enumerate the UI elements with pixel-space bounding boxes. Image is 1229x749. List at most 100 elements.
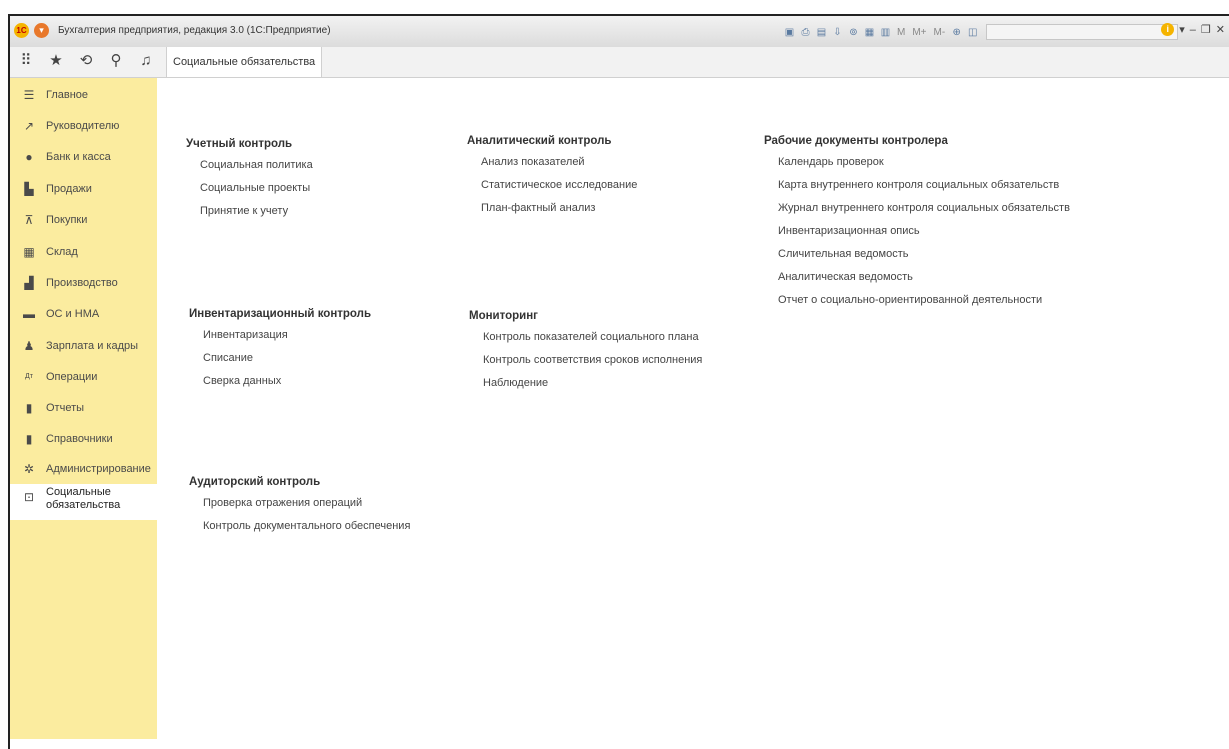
sidebar-item-assets[interactable]: ▬ ОС и НМА bbox=[10, 301, 157, 327]
link-item[interactable]: Социальные проекты bbox=[200, 182, 313, 205]
link-item[interactable]: Контроль соответствия сроков исполнения bbox=[483, 354, 702, 377]
gear-icon: ✲ bbox=[23, 462, 35, 476]
link-item[interactable]: Журнал внутреннего контроля социальных о… bbox=[778, 202, 1070, 225]
group-title: Учетный контроль bbox=[186, 138, 293, 150]
toolbar: ▣ ⎙ ▤ ⇩ ⊚ ▦ ▥ M M+ M- ⊕ ◫ bbox=[783, 24, 1179, 40]
tab-social-obligations[interactable]: Социальные обязательства bbox=[166, 47, 323, 77]
sidebar-item-label: Покупки bbox=[46, 214, 88, 226]
zoom-icon[interactable]: ⊕ bbox=[950, 26, 963, 39]
person-icon: ♟ bbox=[23, 339, 35, 353]
sidebar-item-purchases[interactable]: ⊼ Покупки bbox=[10, 207, 157, 233]
sidebar-item-bank[interactable]: ● Банк и касса bbox=[10, 144, 157, 170]
sidebar-item-salary[interactable]: ♟ Зарплата и кадры bbox=[10, 333, 157, 359]
sidebar-item-label: Производство bbox=[46, 277, 118, 289]
calculator-icon[interactable]: ▦ bbox=[863, 26, 876, 39]
memory-button-m-plus[interactable]: M+ bbox=[912, 27, 926, 38]
favorites-star-icon[interactable]: ★ bbox=[48, 53, 64, 69]
group-audit-control: Аудиторский контроль Проверка отражения … bbox=[189, 476, 410, 543]
navigation-bar: ⠿ ★ ⟲ ⚲ ♫ Социальные обязательства bbox=[10, 47, 1229, 78]
sidebar-item-label: Социальные обязательства bbox=[46, 486, 121, 511]
group-title: Аналитический контроль bbox=[467, 135, 612, 147]
link-item[interactable]: Карта внутреннего контроля социальных об… bbox=[778, 179, 1070, 202]
grid-menu-icon[interactable]: ⠿ bbox=[18, 53, 34, 69]
panel-icon[interactable]: ◫ bbox=[966, 26, 979, 39]
dt-kt-icon: Дт bbox=[25, 373, 33, 380]
sidebar-item-label: Зарплата и кадры bbox=[46, 340, 139, 352]
sidebar-item-warehouse[interactable]: ▦ Склад bbox=[10, 239, 157, 265]
link-item[interactable]: Наблюдение bbox=[483, 377, 702, 400]
group-monitoring: Мониторинг Контроль показателей социальн… bbox=[469, 310, 702, 400]
sidebar-item-production[interactable]: ▟ Производство bbox=[10, 270, 157, 296]
group-title: Рабочие документы контролера bbox=[764, 135, 948, 147]
link-item[interactable]: Инвентаризационная опись bbox=[778, 225, 1070, 248]
main-menu-button[interactable]: ▾ bbox=[34, 23, 49, 38]
bar-chart-icon: ▮ bbox=[25, 401, 33, 415]
preview-icon[interactable]: ▤ bbox=[815, 26, 828, 39]
link-item[interactable]: Инвентаризация bbox=[203, 329, 371, 352]
link-item[interactable]: Списание bbox=[203, 352, 371, 375]
sidebar-item-reports[interactable]: ▮ Отчеты bbox=[10, 395, 157, 421]
restore-icon[interactable]: ❐ bbox=[1201, 23, 1211, 36]
group-work-documents: Рабочие документы контролера Календарь п… bbox=[764, 135, 1070, 317]
group-title: Мониторинг bbox=[469, 310, 538, 322]
group-accounting-control: Учетный контроль Социальная политика Соц… bbox=[186, 138, 313, 228]
sidebar-item-label: Справочники bbox=[46, 433, 113, 445]
download-icon[interactable]: ⇩ bbox=[831, 26, 844, 39]
sidebar-item-manager[interactable]: ↗ Руководителю bbox=[10, 113, 157, 139]
link-item[interactable]: Социальная политика bbox=[200, 159, 313, 182]
group-analytic-control: Аналитический контроль Анализ показателе… bbox=[467, 135, 637, 225]
cart-icon: ⊼ bbox=[24, 213, 34, 227]
sidebar-item-admin[interactable]: ✲ Администрирование bbox=[10, 456, 157, 482]
trend-icon: ↗ bbox=[23, 119, 35, 133]
title-bar: 1С ▾ Бухгалтерия предприятия, редакция 3… bbox=[10, 16, 1229, 48]
quick-search-field[interactable] bbox=[986, 24, 1179, 40]
sidebar-item-sales[interactable]: ▙ Продажи bbox=[10, 176, 157, 202]
memory-button-m[interactable]: M bbox=[897, 27, 905, 38]
menu-lines-icon: ☰ bbox=[23, 88, 35, 102]
sidebar-item-references[interactable]: ▮ Справочники bbox=[10, 426, 157, 452]
sidebar-item-label: Администрирование bbox=[46, 463, 151, 475]
link-item[interactable]: Проверка отражения операций bbox=[203, 497, 410, 520]
sidebar-item-label: Отчеты bbox=[46, 402, 85, 414]
minimize-icon[interactable]: – bbox=[1190, 24, 1196, 36]
link-item[interactable]: Контроль показателей социального плана bbox=[483, 331, 702, 354]
link-item[interactable]: Контроль документального обеспечения bbox=[203, 520, 410, 543]
link-item[interactable]: Статистическое исследование bbox=[481, 179, 637, 202]
nav-icons: ⠿ ★ ⟲ ⚲ ♫ bbox=[18, 53, 154, 69]
truck-icon: ▬ bbox=[23, 307, 35, 321]
sidebar: ☰ Главное ↗ Руководителю ● Банк и касса … bbox=[10, 78, 157, 739]
sidebar-item-label: Продажи bbox=[46, 183, 92, 195]
sidebar-item-label: ОС и НМА bbox=[46, 308, 100, 320]
calendar-icon[interactable]: ▥ bbox=[879, 26, 892, 39]
sidebar-item-main[interactable]: ☰ Главное bbox=[10, 82, 157, 108]
save-icon[interactable]: ▣ bbox=[783, 26, 796, 39]
info-icon[interactable]: i bbox=[1161, 23, 1175, 36]
sidebar-item-label: Склад bbox=[46, 246, 78, 258]
print-icon[interactable]: ⎙ bbox=[799, 26, 812, 39]
dropdown-icon[interactable]: ▾ bbox=[1179, 23, 1185, 36]
sidebar-item-label: Операции bbox=[46, 371, 98, 383]
notifications-bell-icon[interactable]: ♫ bbox=[138, 53, 154, 69]
link-item[interactable]: Сличительная ведомость bbox=[778, 248, 1070, 271]
link-item[interactable]: Отчет о социально-ориентированной деятел… bbox=[778, 294, 1070, 317]
link-item[interactable]: Принятие к учету bbox=[200, 205, 313, 228]
factory-icon: ▟ bbox=[24, 276, 34, 290]
history-icon[interactable]: ⟲ bbox=[78, 53, 94, 69]
link-icon[interactable]: ⊚ bbox=[847, 26, 860, 39]
social-icon: ⊡ bbox=[23, 490, 35, 504]
link-item[interactable]: Анализ показателей bbox=[481, 156, 637, 179]
link-item[interactable]: Сверка данных bbox=[203, 375, 371, 398]
close-icon[interactable]: ✕ bbox=[1216, 23, 1225, 36]
window-controls: i ▾ – ❐ ✕ bbox=[1161, 23, 1225, 36]
sidebar-item-social[interactable]: ⊡ Социальные обязательства bbox=[10, 484, 157, 520]
sidebar-item-operations[interactable]: Дт Операции bbox=[10, 364, 157, 390]
link-item[interactable]: Аналитическая ведомость bbox=[778, 271, 1070, 294]
group-title: Инвентаризационный контроль bbox=[189, 308, 372, 320]
search-icon[interactable]: ⚲ bbox=[108, 53, 124, 69]
link-item[interactable]: План-фактный анализ bbox=[481, 202, 637, 225]
link-item[interactable]: Календарь проверок bbox=[778, 156, 1070, 179]
memory-button-m-minus[interactable]: M- bbox=[934, 27, 946, 38]
app-title: Бухгалтерия предприятия, редакция 3.0 (1… bbox=[58, 25, 331, 36]
sidebar-item-label: Руководителю bbox=[46, 120, 120, 132]
coin-icon: ● bbox=[25, 150, 33, 164]
